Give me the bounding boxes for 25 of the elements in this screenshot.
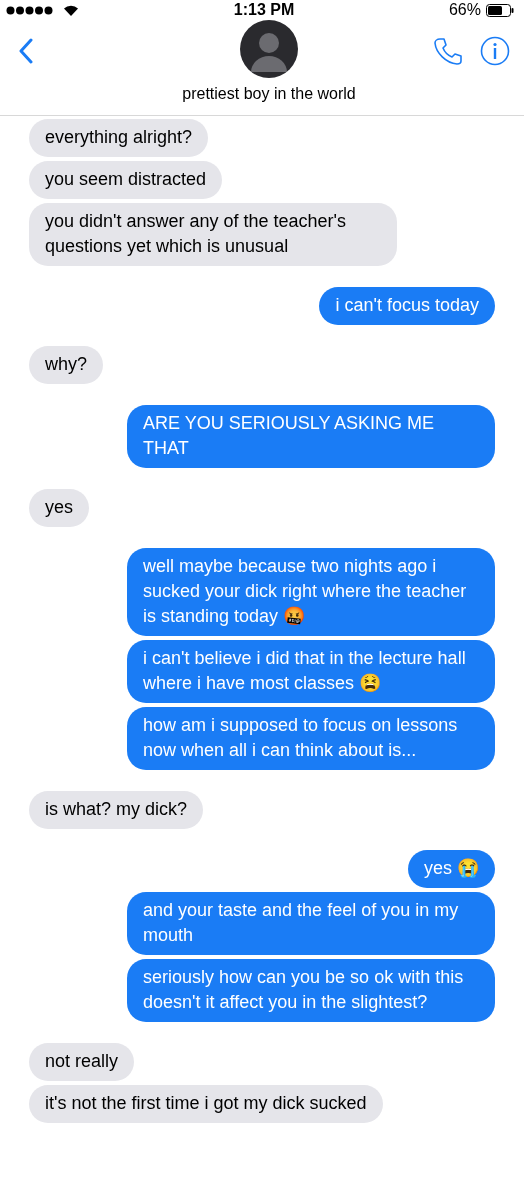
battery-icon [486, 3, 514, 17]
info-icon[interactable] [480, 36, 510, 66]
message-bubble: why? [29, 346, 104, 384]
message-bubble: yes 😭 [408, 850, 495, 888]
message-bubble: well maybe because two nights ago i sucked your dick right where the teacher is standing today 🤬 [127, 548, 495, 636]
message-bubble: not really [29, 1043, 135, 1081]
message-bubble: and your taste and the feel of you in my mouth [127, 892, 495, 955]
message-bubble: you didn't answer any of the teacher's questions yet which is unusual [29, 203, 397, 266]
message-bubble: yes [29, 489, 89, 527]
back-icon[interactable] [18, 38, 34, 64]
phone-icon[interactable] [434, 37, 462, 65]
message-bubble: it's not the first time i got my dick sucked [29, 1085, 383, 1123]
message-bubble: is what? my dick? [29, 791, 204, 829]
contact-name[interactable]: prettiest boy in the world [182, 85, 356, 103]
wifi-icon [63, 4, 79, 16]
message-bubble: ARE YOU SERIOUSLY ASKING ME THAT [127, 405, 495, 468]
message-bubble: i can't believe i did that in the lecture hall where i have most classes 😫 [127, 640, 495, 703]
message-bubble: i can't focus today [319, 287, 495, 325]
message-bubble: seriously how can you be so ok with this doesn't it affect you in the slightest? [127, 959, 495, 1022]
message-bubble: everything alright? [29, 119, 209, 157]
battery-percent: 66% [448, 1, 481, 19]
avatar[interactable] [240, 20, 298, 78]
status-time: 1:13 PM [233, 1, 295, 19]
message-bubble: you seem distracted [29, 161, 223, 199]
message-bubble: how am i supposed to focus on lessons now when all i can think about is... [127, 707, 495, 770]
